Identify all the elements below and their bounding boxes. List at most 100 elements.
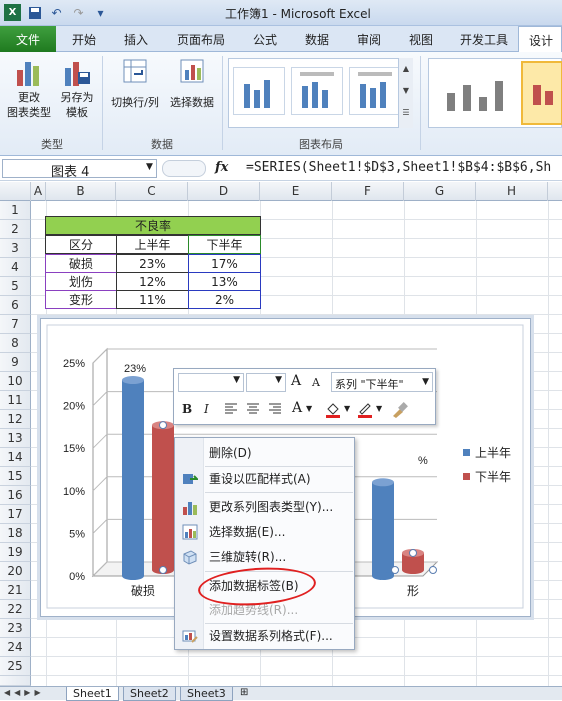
column-header-e[interactable]: E [260, 182, 332, 201]
shrink-font-button[interactable]: A [312, 376, 320, 389]
layout-thumb-3[interactable] [349, 67, 401, 115]
align-right-icon[interactable] [268, 402, 282, 417]
menu-item-reset-style[interactable]: 重设以匹配样式(A) [175, 467, 354, 491]
sheet-tab-2[interactable]: Sheet2 [123, 687, 176, 701]
row-header[interactable]: 1 [0, 201, 31, 220]
column-header-g[interactable]: G [404, 182, 476, 201]
row-header[interactable]: 15 [0, 467, 31, 486]
grow-font-button[interactable]: A [291, 373, 301, 389]
row-header[interactable]: 3 [0, 239, 31, 258]
column-header-a[interactable]: A [31, 182, 46, 201]
format-painter-icon[interactable] [390, 401, 408, 422]
tab-data[interactable]: 数据 [305, 31, 329, 48]
italic-button[interactable]: I [204, 402, 209, 416]
redo-icon[interactable]: ↷ [70, 4, 87, 21]
chart-style-gallery[interactable] [428, 58, 562, 128]
tab-design[interactable]: 设计 [518, 26, 562, 53]
select-data-button[interactable]: 选择数据 [166, 56, 218, 110]
name-box-dropdown-icon[interactable]: ▼ [146, 162, 153, 172]
insert-function-button[interactable]: fx [215, 160, 228, 175]
tab-developer[interactable]: 开发工具 [460, 31, 508, 48]
table-cell[interactable]: 2% [188, 290, 261, 309]
column-header-b[interactable]: B [46, 182, 116, 201]
new-sheet-icon[interactable]: ⊞ [240, 687, 248, 698]
tab-file[interactable]: 文件 [0, 26, 56, 52]
row-header[interactable]: 18 [0, 524, 31, 543]
row-header[interactable]: 13 [0, 429, 31, 448]
column-header-f[interactable]: F [332, 182, 404, 201]
select-all-corner[interactable] [0, 182, 31, 201]
tab-view[interactable]: 视图 [409, 31, 433, 48]
tab-formulas[interactable]: 公式 [253, 31, 277, 48]
dropdown-arrow-icon[interactable]: ▼ [376, 404, 382, 413]
menu-item-format-data-series[interactable]: 设置数据系列格式(F)... [175, 624, 354, 648]
row-header[interactable]: 6 [0, 296, 31, 315]
table-cell[interactable]: 破损 [45, 254, 117, 273]
dropdown-arrow-icon[interactable]: ▼ [344, 404, 350, 413]
switch-row-column-button[interactable]: 切换行/列 [106, 56, 164, 110]
row-header[interactable]: 16 [0, 486, 31, 505]
align-left-icon[interactable] [224, 402, 238, 417]
font-size-select[interactable]: ▼ [246, 373, 286, 392]
table-header-h2[interactable]: 下半年 [188, 235, 261, 254]
row-header[interactable] [0, 676, 31, 686]
table-cell[interactable]: 变形 [45, 290, 117, 309]
layout-thumb-1[interactable] [233, 67, 285, 115]
row-header[interactable]: 19 [0, 543, 31, 562]
tab-home[interactable]: 开始 [72, 31, 96, 48]
column-header-c[interactable]: C [116, 182, 188, 201]
row-header[interactable]: 12 [0, 410, 31, 429]
save-as-template-button[interactable]: 另存为 模板 [56, 56, 98, 120]
undo-icon[interactable]: ↶ [48, 4, 65, 21]
sheet-tab-1[interactable]: Sheet1 [66, 687, 119, 701]
table-title[interactable]: 不良率 [45, 216, 261, 235]
font-color-button[interactable]: A [292, 400, 302, 416]
menu-item-delete[interactable]: 删除(D) [175, 441, 354, 465]
row-header[interactable]: 24 [0, 638, 31, 657]
gallery-scroll[interactable]: ▲ ▼ ☰ [398, 58, 413, 128]
row-header[interactable]: 4 [0, 258, 31, 277]
name-box[interactable]: 图表 4 [2, 159, 157, 180]
save-icon[interactable] [26, 4, 43, 21]
row-header[interactable]: 2 [0, 220, 31, 239]
row-header[interactable]: 20 [0, 562, 31, 581]
customize-qat-icon[interactable]: ▾ [92, 4, 109, 21]
table-cell[interactable]: 13% [188, 272, 261, 291]
row-header[interactable]: 21 [0, 581, 31, 600]
row-header[interactable]: 11 [0, 391, 31, 410]
table-header-h1[interactable]: 上半年 [116, 235, 189, 254]
change-chart-type-button[interactable]: 更改 图表类型 [6, 56, 52, 120]
layout-thumb-2[interactable] [291, 67, 343, 115]
menu-item-change-series-chart-type[interactable]: 更改系列图表类型(Y)... [175, 495, 354, 519]
tab-page-layout[interactable]: 页面布局 [177, 31, 225, 48]
chart-layout-gallery[interactable] [228, 58, 413, 128]
row-header[interactable]: 10 [0, 372, 31, 391]
formula-input[interactable]: =SERIES(Sheet1!$D$3,Sheet1!$B$4:$B$6,Sh [246, 160, 551, 175]
excel-logo-icon[interactable]: X [4, 4, 21, 21]
formula-resizer[interactable] [162, 160, 206, 177]
fill-color-icon[interactable] [324, 401, 342, 422]
style-thumb-1[interactable] [435, 65, 513, 121]
dropdown-arrow-icon[interactable]: ▼ [306, 404, 312, 413]
row-header[interactable]: 9 [0, 353, 31, 372]
row-header[interactable]: 17 [0, 505, 31, 524]
series-select[interactable]: 系列 "下半年" ▼ [331, 372, 433, 392]
table-header-category[interactable]: 区分 [45, 235, 117, 254]
tab-insert[interactable]: 插入 [124, 31, 148, 48]
style-thumb-selected[interactable] [521, 61, 562, 125]
align-center-icon[interactable] [246, 402, 260, 417]
sheet-nav-arrows[interactable]: ◀◀▶▶ [4, 688, 45, 697]
row-header[interactable]: 23 [0, 619, 31, 638]
row-header[interactable]: 5 [0, 277, 31, 296]
table-cell[interactable]: 17% [188, 254, 261, 273]
row-header[interactable]: 25 [0, 657, 31, 676]
row-header[interactable]: 7 [0, 315, 31, 334]
menu-item-select-data[interactable]: 选择数据(E)... [175, 520, 354, 544]
table-cell[interactable]: 划伤 [45, 272, 117, 291]
sheet-tab-3[interactable]: Sheet3 [180, 687, 233, 701]
table-cell[interactable]: 11% [116, 290, 189, 309]
table-cell[interactable]: 23% [116, 254, 189, 273]
row-header[interactable]: 8 [0, 334, 31, 353]
table-cell[interactable]: 12% [116, 272, 189, 291]
font-name-select[interactable]: ▼ [178, 373, 244, 392]
